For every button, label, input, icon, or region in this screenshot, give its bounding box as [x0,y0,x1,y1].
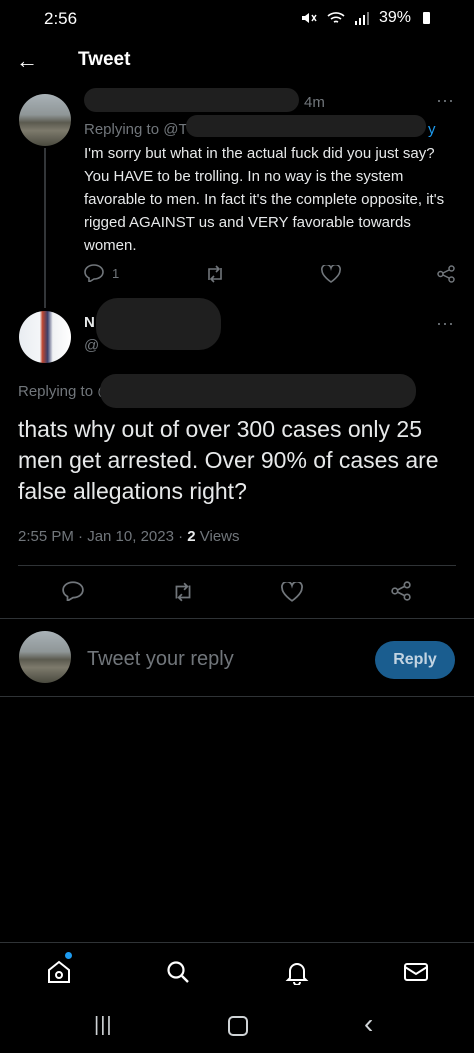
redacted-author [96,298,221,350]
tweet-timestamp: 2:55 PM · Jan 10, 2023 · 2 Views [18,528,240,545]
reply-count: 1 [112,265,120,281]
battery-icon [423,12,430,24]
status-bar: 2:56 39% [0,0,474,34]
mute-icon [301,11,317,25]
tweet-header: ← Tweet [0,34,474,86]
page-title: Tweet [78,49,131,70]
battery-text: 39% [378,9,411,26]
tweet-time: 4m [304,94,325,111]
reply-action[interactable]: 1 [84,264,119,282]
tweet-text: thats why out of over 300 cases only 25 … [18,416,439,504]
redacted-reply-handle [100,374,416,408]
replying-to-suffix: y [428,121,436,138]
home-button-icon[interactable] [228,1016,248,1036]
divider [0,696,474,697]
share-icon[interactable] [391,581,411,601]
tweet-text: I'm sorry but what in the actual fuck di… [84,145,445,254]
system-nav-bar: ||| ‹ [0,1002,474,1053]
replying-to-label[interactable]: Replying to @ [18,383,112,400]
retweet-icon[interactable] [204,265,226,283]
author-name-initial: N [84,314,95,331]
divider [0,618,474,619]
bell-icon[interactable] [284,959,310,985]
notification-dot [65,952,72,959]
author-handle-prefix: @ [84,337,100,354]
back-arrow-icon[interactable]: ← [16,48,38,74]
home-icon[interactable] [46,959,72,985]
replying-to-label[interactable]: Replying to @T [84,121,188,138]
redacted-name [84,88,299,112]
status-icons: 39% [301,9,430,27]
views-label: Views [195,528,240,545]
timestamp-text: 2:55 PM · Jan 10, 2023 · [18,528,188,545]
mail-icon[interactable] [403,960,429,984]
redacted-handle [186,115,426,137]
signal-icon [354,11,369,25]
avatar[interactable] [19,311,71,363]
reply-input[interactable]: Tweet your reply [87,648,234,671]
bottom-nav [0,942,474,1003]
thread-line [44,148,46,308]
like-icon[interactable] [281,582,303,602]
recents-icon[interactable]: ||| [94,1014,113,1037]
comment-icon[interactable] [62,581,84,601]
retweet-icon[interactable] [171,582,195,602]
reply-button[interactable]: Reply [375,641,455,679]
search-icon[interactable] [165,959,191,985]
views-count: 2 [187,528,196,545]
like-icon[interactable] [321,265,341,283]
more-options-icon[interactable]: ··· [436,313,454,334]
wifi-icon [327,11,345,25]
divider [18,565,456,566]
back-icon[interactable]: ‹ [364,1008,373,1040]
share-icon[interactable] [437,265,455,283]
status-time: 2:56 [44,9,78,28]
avatar [19,631,71,683]
avatar[interactable] [19,94,71,146]
more-options-icon[interactable]: ··· [436,90,454,111]
comment-icon [84,264,104,282]
